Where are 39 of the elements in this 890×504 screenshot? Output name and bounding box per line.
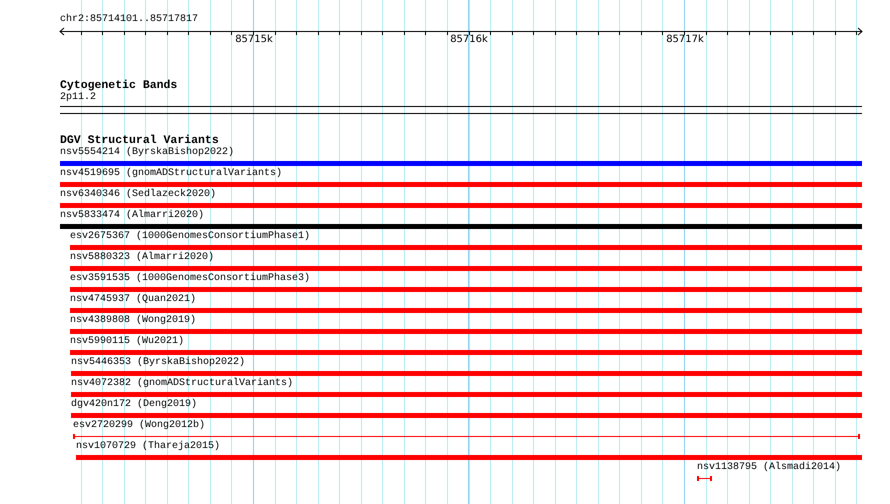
variant-bar[interactable] [60,161,862,166]
variant-label: nsv5833474 (Almarri2020) [60,210,204,222]
variant-label: nsv1070729 (Thareja2015) [76,441,220,453]
variant-bar[interactable] [76,455,862,460]
variant-bar[interactable] [60,224,862,229]
variant-bar[interactable] [60,182,862,187]
variant-label: nsv6340346 (Sedlazeck2020) [60,189,216,201]
variant-bar[interactable] [71,392,862,397]
variant-label: esv2675367 (1000GenomesConsortiumPhase1) [70,231,310,243]
variant-bar[interactable] [70,329,862,334]
variant-bar[interactable] [70,245,862,250]
ruler-label: 85715k [235,34,273,46]
variant-label: esv2720299 (Wong2012b) [73,420,206,432]
variant-bar[interactable] [71,413,862,418]
track-title: Cytogenetic Bands [60,79,178,92]
variant-bar[interactable] [70,266,862,271]
variant-span[interactable] [73,434,860,439]
ruler-label: 85716k [450,34,488,46]
variant-label: nsv4072382 (gnomADStructuralVariants) [71,378,294,390]
variant-bar[interactable] [71,371,862,376]
band-label: 2p11.2 [60,92,98,104]
variant-label: nsv4389808 (Wong2019) [70,315,196,327]
variant-bar[interactable] [70,308,862,313]
variant-label: nsv5990115 (Wu2021) [70,336,184,348]
variant-label: esv3591535 (1000GenomesConsortiumPhase3) [70,273,310,285]
variant-label: nsv4745937 (Quan2021) [70,294,196,306]
ruler-label: 85717k [666,34,704,46]
variant-bar[interactable] [70,350,862,355]
variant-label: nsv5554214 (ByrskaBishop2022) [60,147,234,159]
variant-label: nsv5880323 (Almarri2020) [70,252,214,264]
variant-bar[interactable] [70,287,862,292]
variant-bar[interactable] [60,203,862,208]
variant-label: dgv420n172 (Deng2019) [71,399,198,411]
variant-span[interactable] [697,476,712,481]
variant-label: nsv4519695 (gnomADStructuralVariants) [60,168,282,180]
track-title: DGV Structural Variants [60,134,219,147]
location-text: chr2:85714101..85717817 [60,14,200,26]
variant-label: nsv5446353 (ByrskaBishop2022) [71,357,246,369]
variant-label: nsv1138795 (Alsmadi2014) [697,462,842,474]
